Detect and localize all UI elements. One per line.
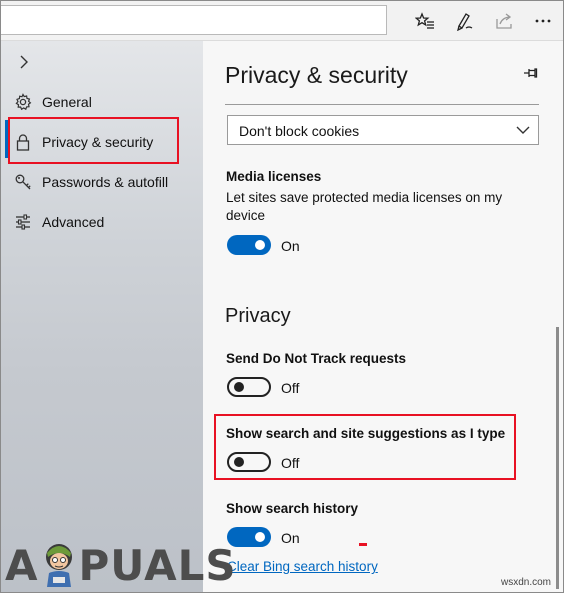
more-icon[interactable] bbox=[531, 9, 555, 33]
favorites-icon[interactable] bbox=[413, 9, 437, 33]
search-history-state: On bbox=[281, 530, 300, 546]
watermark-text: A bbox=[5, 540, 39, 590]
toggle-knob bbox=[255, 532, 265, 542]
nav-item-general[interactable]: General bbox=[1, 82, 203, 122]
media-licenses-toggle[interactable] bbox=[227, 235, 271, 255]
nav-item-label: General bbox=[42, 94, 92, 110]
annotation-highlight-box bbox=[8, 117, 179, 164]
nav-item-advanced[interactable]: Advanced bbox=[1, 202, 203, 242]
text-cursor-mark bbox=[359, 543, 367, 546]
toggle-knob bbox=[234, 382, 244, 392]
key-icon bbox=[13, 172, 33, 192]
sliders-icon bbox=[13, 212, 33, 232]
media-licenses-state: On bbox=[281, 238, 300, 254]
nav-item-label: Advanced bbox=[42, 214, 105, 230]
search-history-label: Show search history bbox=[226, 501, 359, 516]
appuals-watermark: A PUALS bbox=[5, 539, 237, 591]
dnt-toggle[interactable] bbox=[227, 377, 271, 397]
settings-pane: Privacy & security Don't block cookies M… bbox=[203, 41, 563, 592]
clear-bing-history-link[interactable]: Clear Bing search history bbox=[227, 559, 378, 574]
dnt-label: Send Do Not Track requests bbox=[226, 351, 407, 366]
media-licenses-description: Let sites save protected media licenses … bbox=[226, 190, 503, 223]
pin-icon[interactable] bbox=[521, 63, 541, 83]
watermark-text: PUALS bbox=[78, 540, 237, 590]
media-licenses-label: Media licenses bbox=[226, 169, 322, 184]
dnt-state: Off bbox=[281, 380, 300, 396]
browser-toolbar bbox=[1, 1, 563, 41]
toggle-knob bbox=[255, 240, 265, 250]
chevron-right-icon[interactable] bbox=[14, 52, 34, 72]
chevron-down-icon bbox=[515, 122, 531, 138]
cookies-dropdown[interactable]: Don't block cookies bbox=[227, 115, 539, 145]
section-heading-privacy: Privacy bbox=[225, 305, 291, 327]
scrollbar[interactable] bbox=[556, 327, 559, 589]
share-icon[interactable] bbox=[492, 9, 516, 33]
source-watermark: wsxdn.com bbox=[500, 577, 551, 588]
nav-item-label: Passwords & autofill bbox=[42, 174, 169, 190]
gear-icon bbox=[13, 92, 33, 112]
settings-window: General Privacy & security Passwords & a… bbox=[0, 0, 564, 593]
dropdown-value: Don't block cookies bbox=[239, 123, 360, 139]
divider bbox=[225, 104, 539, 105]
annotation-highlight-box bbox=[214, 414, 516, 480]
nav-item-passwords-autofill[interactable]: Passwords & autofill bbox=[1, 162, 203, 202]
mascot-logo-icon bbox=[45, 544, 72, 587]
pen-notes-icon[interactable] bbox=[452, 9, 476, 33]
address-bar[interactable] bbox=[1, 5, 387, 35]
page-title: Privacy & security bbox=[225, 62, 408, 88]
